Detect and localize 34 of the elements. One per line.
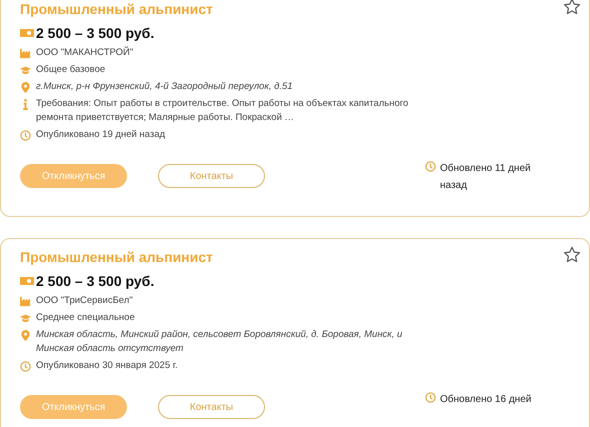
respond-button[interactable]: Откликнуться: [20, 395, 127, 419]
info-icon: [20, 99, 31, 110]
clock-icon: [20, 361, 31, 372]
money-icon: [20, 276, 34, 286]
published-date: Опубликовано 30 января 2025 г.: [36, 359, 178, 373]
company-name: ООО "МАКАНСТРОЙ": [36, 46, 134, 60]
salary: 2 500 – 3 500 руб.: [36, 273, 154, 289]
salary: 2 500 – 3 500 руб.: [36, 25, 154, 41]
clock-icon: [425, 161, 436, 172]
contacts-button[interactable]: Контакты: [158, 164, 265, 188]
star-icon[interactable]: [563, 246, 581, 264]
vacancy-title[interactable]: Промышленный альпинист: [20, 248, 569, 266]
vacancy-title[interactable]: Промышленный альпинист: [20, 0, 569, 18]
company-name: ООО "ТриСервисБел": [36, 294, 133, 308]
address-text: Минская область, Минский район, сельсовет Боровлянский, д. Боровая, Минск, и Минская область отсутствует: [36, 328, 404, 356]
star-icon[interactable]: [563, 0, 581, 16]
education-level: Общее базовое: [36, 63, 106, 77]
location-pin-icon: [20, 330, 31, 341]
published-date: Опубликовано 19 дней назад: [36, 128, 166, 142]
contacts-button[interactable]: Контакты: [158, 395, 265, 419]
graduation-cap-icon: [20, 65, 31, 76]
education-level: Среднее специальное: [36, 311, 135, 325]
address-text: г.Минск, р-н Фрунзенский, 4-й Загородный переулок, д.51: [36, 80, 293, 94]
clock-icon: [425, 392, 436, 403]
money-icon: [20, 28, 34, 38]
graduation-cap-icon: [20, 313, 31, 324]
location-pin-icon: [20, 82, 31, 93]
updated-date: Обновлено 16 дней: [440, 393, 532, 407]
updated-date: Обновлено 11 дней назад: [440, 162, 532, 193]
factory-icon: [20, 48, 31, 59]
clock-icon: [20, 130, 31, 141]
requirements-text: Требования: Опыт работы в строительстве. Опыт работы на объектах капитального ремонта приветствуется; Малярные работы. Покраской …: [36, 97, 410, 125]
factory-icon: [20, 296, 31, 307]
respond-button[interactable]: Откликнуться: [20, 164, 127, 188]
